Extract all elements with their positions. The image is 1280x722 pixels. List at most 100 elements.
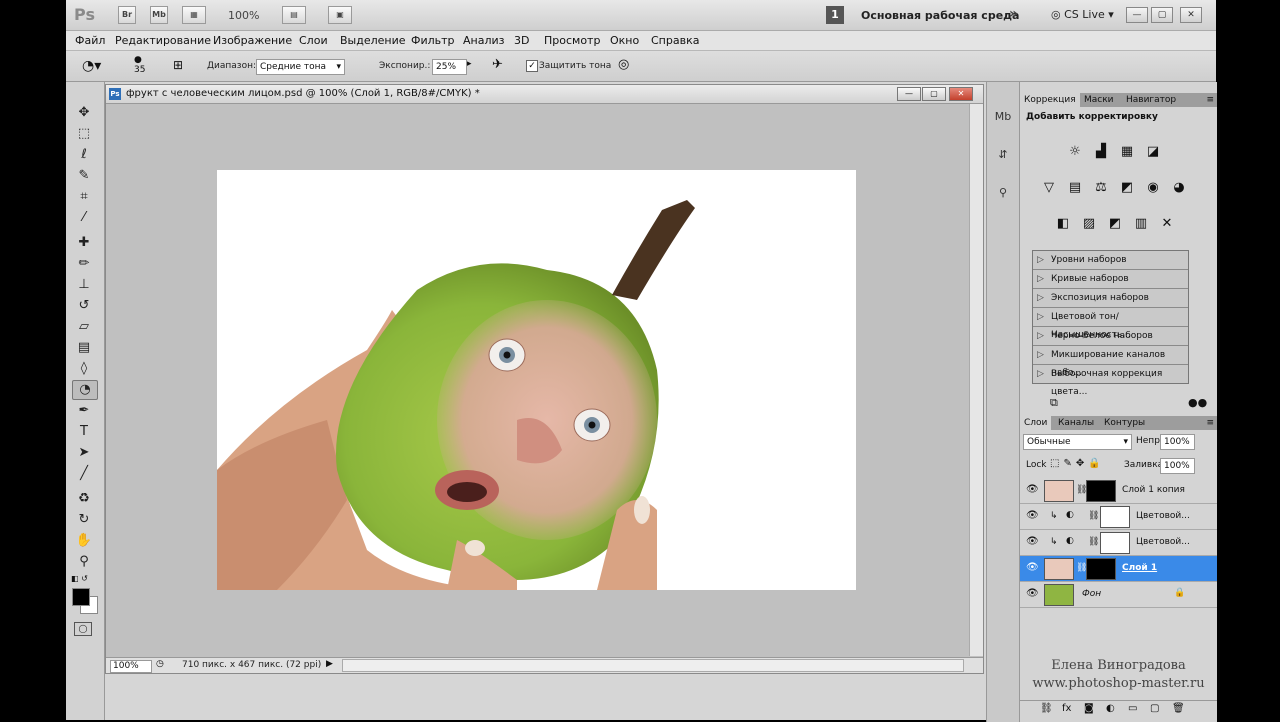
- maximize-button[interactable]: ▢: [1151, 7, 1173, 23]
- preset-item[interactable]: ▷ Цветовой тон/Насыщенность...: [1033, 308, 1188, 340]
- toggle-visibility-icon[interactable]: ●●: [1188, 396, 1207, 409]
- color-balance-icon[interactable]: ⚖: [1092, 180, 1110, 196]
- cs-live-button[interactable]: ◎ CS Live ▾: [1051, 8, 1114, 21]
- tab-adjustments[interactable]: Коррекция: [1020, 93, 1080, 107]
- delete-layer-icon[interactable]: 🗑: [1172, 703, 1185, 714]
- vertical-scrollbar[interactable]: [969, 104, 983, 656]
- tab-navigator[interactable]: Навигатор: [1122, 93, 1180, 107]
- menu-help[interactable]: Справка: [651, 34, 699, 47]
- brush-panel-icon[interactable]: ⊞: [173, 58, 183, 72]
- arrange-documents-button[interactable]: ▤: [282, 6, 306, 24]
- blur-tool-icon[interactable]: ◊: [72, 360, 96, 378]
- posterize-icon[interactable]: ▨: [1080, 216, 1098, 232]
- levels-icon[interactable]: ▟: [1092, 144, 1110, 160]
- view-extras-button[interactable]: ▦: [182, 6, 206, 24]
- exposure-slider-icon[interactable]: ▸: [467, 59, 472, 69]
- minimize-button[interactable]: —: [1126, 7, 1148, 23]
- layer-row[interactable]: 👁 ⛓ Слой 1 копия: [1020, 478, 1217, 504]
- default-colors-icon[interactable]: ◧ ↺: [71, 574, 88, 583]
- layer-mask-thumbnail[interactable]: [1100, 506, 1130, 528]
- photo-filter-icon[interactable]: ◉: [1144, 180, 1162, 196]
- menu-edit[interactable]: Редактирование: [115, 34, 211, 47]
- canvas-area[interactable]: [106, 104, 968, 656]
- eye-icon[interactable]: 👁: [1026, 484, 1039, 495]
- black-white-icon[interactable]: ◩: [1118, 180, 1136, 196]
- workspace-switcher[interactable]: Основная рабочая среда: [861, 9, 1019, 22]
- tab-masks[interactable]: Маски: [1080, 93, 1118, 107]
- lock-options-icons[interactable]: ⬚✎✥🔒: [1050, 458, 1105, 469]
- status-zoom-input[interactable]: 100%: [110, 660, 152, 673]
- quick-selection-tool-icon[interactable]: ✎: [72, 167, 96, 185]
- layer-row-selected[interactable]: 👁 ⛓ Слой 1: [1020, 556, 1217, 582]
- shape-tool-icon[interactable]: ╱: [72, 465, 96, 483]
- menu-select[interactable]: Выделение: [340, 34, 406, 47]
- layer-style-icon[interactable]: fx: [1062, 703, 1071, 714]
- status-info-icon[interactable]: ◷: [156, 659, 164, 669]
- fill-input[interactable]: 100%: [1160, 458, 1195, 474]
- clip-to-layer-icon[interactable]: ⧉: [1050, 396, 1058, 410]
- hue-saturation-icon[interactable]: ▤: [1066, 180, 1084, 196]
- doc-close-button[interactable]: ✕: [949, 87, 973, 101]
- horizontal-scrollbar[interactable]: [342, 659, 964, 672]
- 3d-rotate-tool-icon[interactable]: ♻: [72, 490, 96, 508]
- tab-paths[interactable]: Контуры: [1100, 416, 1149, 430]
- status-menu-arrow-icon[interactable]: ▶: [326, 659, 333, 669]
- eye-icon[interactable]: 👁: [1026, 588, 1039, 599]
- vibrance-icon[interactable]: ▽: [1040, 180, 1058, 196]
- menu-filter[interactable]: Фильтр: [411, 34, 455, 47]
- brightness-contrast-icon[interactable]: ☼: [1066, 144, 1084, 160]
- document-image[interactable]: [217, 170, 856, 590]
- gradient-map-icon[interactable]: ▥: [1132, 216, 1150, 232]
- eyedropper-tool-icon[interactable]: ⁄: [72, 209, 96, 227]
- eraser-tool-icon[interactable]: ▱: [72, 318, 96, 336]
- quick-mask-icon[interactable]: ◯: [74, 622, 92, 636]
- dodge-tool-icon[interactable]: ◔: [72, 380, 98, 400]
- eye-icon[interactable]: 👁: [1026, 536, 1039, 547]
- layer-row[interactable]: 👁 ↳ ◐ ⛓ Цветовой...: [1020, 530, 1217, 556]
- eye-icon[interactable]: 👁: [1026, 562, 1039, 573]
- screen-mode-button[interactable]: ▣: [328, 6, 352, 24]
- doc-maximize-button[interactable]: ▢: [922, 87, 946, 101]
- protect-tones-checkbox[interactable]: ✓: [526, 60, 538, 72]
- pen-tool-icon[interactable]: ✒: [72, 402, 96, 420]
- eye-icon[interactable]: 👁: [1026, 510, 1039, 521]
- move-tool-icon[interactable]: ✥: [72, 104, 96, 122]
- preset-item[interactable]: ▷ Уровни наборов: [1033, 251, 1188, 270]
- menu-file[interactable]: Файл: [75, 34, 105, 47]
- preset-item[interactable]: ▷ Кривые наборов: [1033, 270, 1188, 289]
- path-selection-tool-icon[interactable]: ➤: [72, 444, 96, 462]
- new-adjustment-layer-icon[interactable]: ◐: [1106, 703, 1115, 714]
- menu-analysis[interactable]: Анализ: [463, 34, 505, 47]
- type-tool-icon[interactable]: T: [72, 423, 96, 441]
- document-tab[interactable]: Ps фрукт с человеческим лицом.psd @ 100%…: [106, 85, 983, 104]
- menu-image[interactable]: Изображение: [213, 34, 292, 47]
- layer-mask-thumbnail[interactable]: [1086, 558, 1116, 580]
- zoom-level-dropdown[interactable]: 100%: [228, 9, 259, 22]
- link-layers-icon[interactable]: ⛓: [1040, 703, 1053, 714]
- panel-menu-icon[interactable]: ≡: [1206, 93, 1214, 107]
- exposure-input[interactable]: 25%: [432, 59, 467, 75]
- clone-stamp-tool-icon[interactable]: ⊥: [72, 276, 96, 294]
- brush-preset-picker[interactable]: ● 35: [134, 55, 145, 75]
- airbrush-icon[interactable]: ✈: [492, 57, 503, 72]
- gradient-tool-icon[interactable]: ▤: [72, 339, 96, 357]
- history-brush-tool-icon[interactable]: ↺: [72, 297, 96, 315]
- menu-window[interactable]: Окно: [610, 34, 639, 47]
- mini-bridge-button[interactable]: Mb: [150, 6, 168, 24]
- marquee-tool-icon[interactable]: ⬚: [72, 125, 96, 143]
- mini-bridge-panel-icon[interactable]: Mb: [992, 107, 1014, 127]
- menu-layers[interactable]: Слои: [299, 34, 328, 47]
- lasso-tool-icon[interactable]: ℓ: [72, 146, 96, 164]
- 3d-orbit-tool-icon[interactable]: ↻: [72, 511, 96, 529]
- invert-icon[interactable]: ◧: [1054, 216, 1072, 232]
- opacity-input[interactable]: 100%: [1160, 434, 1195, 450]
- chain-link-icon[interactable]: ⛓: [1088, 511, 1099, 521]
- threshold-icon[interactable]: ◩: [1106, 216, 1124, 232]
- preset-item[interactable]: ▷ Экспозиция наборов: [1033, 289, 1188, 308]
- layer-row[interactable]: 👁 ↳ ◐ ⛓ Цветовой...: [1020, 504, 1217, 530]
- close-button[interactable]: ✕: [1180, 7, 1202, 23]
- new-layer-icon[interactable]: ▢: [1150, 703, 1159, 714]
- brush-presets-panel-icon[interactable]: ⇵: [992, 145, 1014, 165]
- more-workspaces-icon[interactable]: »: [1009, 6, 1018, 22]
- new-group-icon[interactable]: ▭: [1128, 703, 1137, 714]
